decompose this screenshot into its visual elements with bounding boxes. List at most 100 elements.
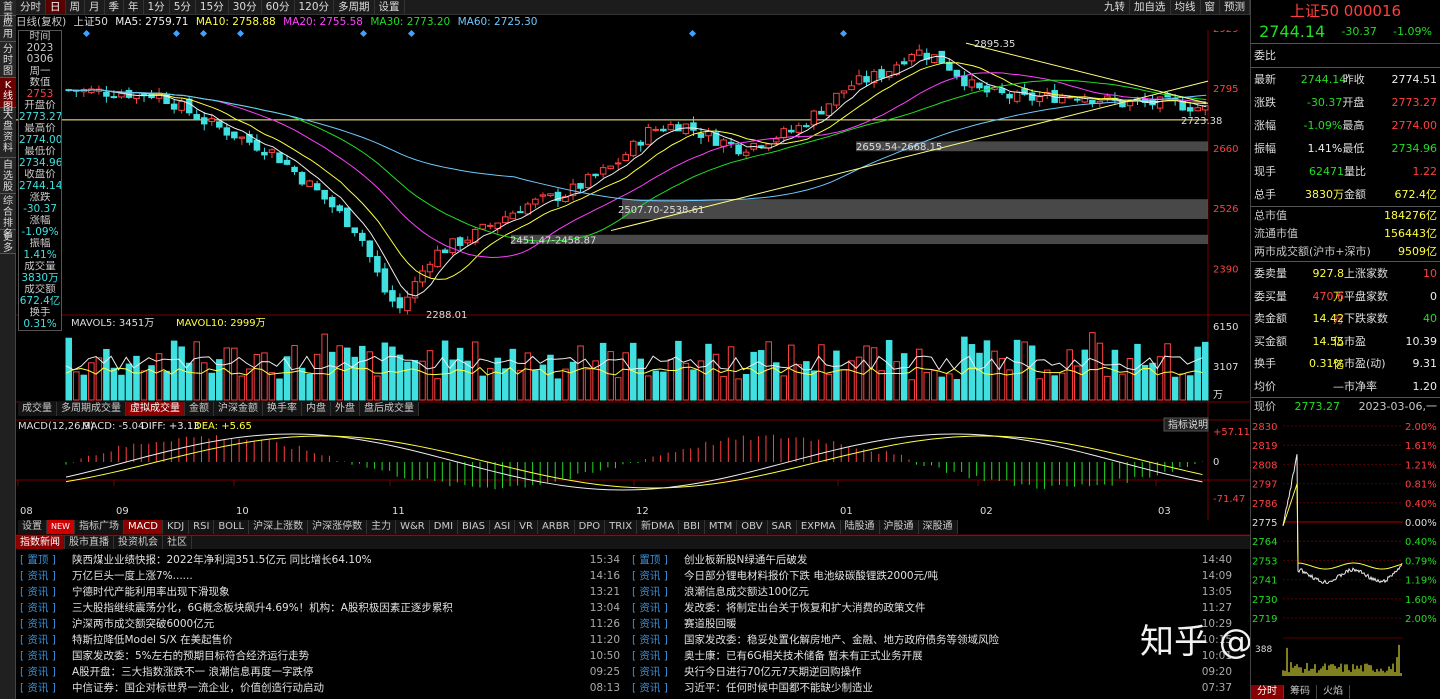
indicator-tab[interactable]: MACD	[123, 520, 163, 534]
sidebar-tab[interactable]: 自选股	[0, 158, 16, 194]
news-title[interactable]: A股开盘：三大指数涨跌不一 浪潮信息再度一字跌停	[72, 664, 580, 680]
indicator-tab[interactable]: SAR	[768, 520, 797, 534]
news-item[interactable]: [ 置顶 ] 创业板新股N绿通午后破发 14:40	[632, 552, 1232, 568]
volume-tab[interactable]: 外盘	[331, 402, 360, 416]
volume-tab[interactable]: 内盘	[302, 402, 331, 416]
indicator-tab[interactable]: KDJ	[163, 520, 190, 534]
period-tab[interactable]: 日	[46, 0, 66, 14]
news-title[interactable]: 赛道股回暖	[684, 616, 1192, 632]
period-tab[interactable]: 1分	[144, 0, 170, 14]
period-tab[interactable]: 年	[124, 0, 144, 14]
kline-chart[interactable]: 2929 2795 2660 2526 2390 2895.35 2288.01 2451.4…	[16, 30, 1250, 535]
indicator-tab[interactable]: NEW	[47, 520, 75, 534]
sidebar-tab[interactable]: 应用	[0, 16, 16, 42]
indicator-tab[interactable]: VR	[515, 520, 538, 534]
news-item[interactable]: [ 资讯 ] 国家发改委：5%左右的预期目标符合经济运行走势 10:50	[20, 648, 620, 664]
news-title[interactable]: 特斯拉降低Model S/X 在美起售价	[72, 632, 580, 648]
period-tab[interactable]: 30分	[229, 0, 262, 14]
volume-tab[interactable]: 换手率	[263, 402, 302, 416]
indicator-tab[interactable]: TRIX	[605, 520, 638, 534]
indicator-tab[interactable]: ASI	[490, 520, 516, 534]
news-item[interactable]: [ 资讯 ] A股开盘：三大指数涨跌不一 浪潮信息再度一字跌停 09:25	[20, 664, 620, 680]
indicator-tab[interactable]: RSI	[189, 520, 215, 534]
news-item[interactable]: [ 资讯 ] 习近平：任何时候中国都不能缺少制造业 07:37	[632, 680, 1232, 696]
volume-tab[interactable]: 虚拟成交量	[126, 402, 185, 416]
period-tab[interactable]: 120分	[295, 0, 335, 14]
indicator-tab[interactable]: 新DMA	[637, 520, 680, 534]
news-item[interactable]: [ 资讯 ] 三大股指继续震荡分化，6G概念板块飙升4.69%！机构：A股积极因素…	[20, 600, 620, 616]
sidebar-tab[interactable]: 首页	[0, 0, 16, 24]
indicator-tab[interactable]: 指标广场	[75, 520, 124, 534]
indicator-tab[interactable]: ARBR	[538, 520, 575, 534]
news-title[interactable]: 陕西煤业业绩快报：2022年净利润351.5亿元 同比增长64.10%	[72, 552, 580, 568]
sidebar-tab[interactable]: 分时图	[0, 42, 16, 78]
sidebar-tab[interactable]: 综合排名	[0, 194, 16, 240]
period-tab[interactable]: 周	[66, 0, 85, 14]
news-tab[interactable]: 投资机会	[114, 536, 163, 549]
intraday-mini-chart[interactable]: 2830 2.00% 2819 1.61% 2808 1.21% 2797 0.81% 2786…	[1251, 416, 1439, 678]
period-tab[interactable]: 5分	[170, 0, 196, 14]
indicator-tab[interactable]: 沪股通	[880, 520, 919, 534]
indicator-tab[interactable]: DPO	[575, 520, 606, 534]
indicator-tab[interactable]: DMI	[430, 520, 459, 534]
news-title[interactable]: 万亿巨头一度上涨7%......	[72, 568, 580, 584]
indicator-tab[interactable]: 沪深上涨数	[249, 520, 309, 534]
period-tab[interactable]: 季	[105, 0, 124, 14]
news-title[interactable]: 国家发改委：稳妥处置化解房地产、金融、地方政府债务等领域风险	[684, 632, 1192, 648]
indicator-tab[interactable]: 沪深涨停数	[308, 520, 368, 534]
indicator-tab[interactable]: 主力	[367, 520, 397, 534]
mini-tab[interactable]: 筹码	[1284, 685, 1317, 699]
news-title[interactable]: 今日部分锂电材料报价下跌 电池级碳酸锂跌2000元/吨	[684, 568, 1192, 584]
indicator-tab[interactable]: BBI	[679, 520, 705, 534]
news-tab[interactable]: 指数新闻	[16, 536, 65, 549]
news-item[interactable]: [ 资讯 ] 宁德时代产能利用率出现下滑现象 13:21	[20, 584, 620, 600]
indicator-tab[interactable]: BIAS	[458, 520, 491, 534]
sidebar-tab[interactable]: 大盘资料	[0, 108, 16, 158]
mini-tab[interactable]: 分时	[1251, 685, 1284, 699]
toolbar-button[interactable]: 预测	[1220, 0, 1250, 14]
news-title[interactable]: 奥士康：已有6G相关技术储备 暂未有正式业务开展	[684, 648, 1192, 664]
period-tab[interactable]: 设置	[375, 0, 405, 14]
period-tab[interactable]: 月	[85, 0, 105, 14]
period-tab[interactable]: 60分	[262, 0, 295, 14]
indicator-tab[interactable]: BOLL	[214, 520, 250, 534]
news-item[interactable]: [ 资讯 ] 今日部分锂电材料报价下跌 电池级碳酸锂跌2000元/吨 14:09	[632, 568, 1232, 584]
volume-tab[interactable]: 盘后成交量	[360, 402, 419, 416]
period-tab[interactable]: 多周期	[334, 0, 375, 14]
volume-tab[interactable]: 沪深金额	[214, 402, 263, 416]
news-title[interactable]: 宁德时代产能利用率出现下滑现象	[72, 584, 580, 600]
news-title[interactable]: 发改委：将制定出台关于恢复和扩大消费的政策文件	[684, 600, 1192, 616]
toolbar-button[interactable]: 均线	[1171, 0, 1201, 14]
news-title[interactable]: 央行今日进行70亿元7天期逆回购操作	[684, 664, 1192, 680]
volume-tab[interactable]: 成交量	[18, 402, 57, 416]
toolbar-button[interactable]: 加自选	[1130, 0, 1171, 14]
indicator-tab[interactable]: 设置	[18, 520, 47, 534]
indicator-tab[interactable]: EXPMA	[797, 520, 841, 534]
news-item[interactable]: [ 置顶 ] 陕西煤业业绩快报：2022年净利润351.5亿元 同比增长64.10…	[20, 552, 620, 568]
period-tab[interactable]: 分时	[16, 0, 46, 14]
news-title[interactable]: 浪潮信息成交额达100亿元	[684, 584, 1192, 600]
indicator-tab[interactable]: 陆股通	[841, 520, 880, 534]
toolbar-button[interactable]: 九转	[1100, 0, 1130, 14]
news-title[interactable]: 沪深两市成交额突破6000亿元	[72, 616, 580, 632]
news-title[interactable]: 习近平：任何时候中国都不能缺少制造业	[684, 680, 1192, 696]
news-item[interactable]: [ 资讯 ] 万亿巨头一度上涨7%...... 14:16	[20, 568, 620, 584]
news-item[interactable]: [ 资讯 ] 中信证券：国企对标世界一流企业，价值创造行动启动 08:13	[20, 680, 620, 696]
indicator-tab[interactable]: 深股通	[919, 520, 958, 534]
indicator-tab[interactable]: MTM	[705, 520, 738, 534]
news-title[interactable]: 中信证券：国企对标世界一流企业，价值创造行动启动	[72, 680, 580, 696]
news-item[interactable]: [ 资讯 ] 特斯拉降低Model S/X 在美起售价 11:20	[20, 632, 620, 648]
news-tab[interactable]: 社区	[163, 536, 192, 549]
volume-tab[interactable]: 多周期成交量	[57, 402, 126, 416]
news-item[interactable]: [ 资讯 ] 浪潮信息成交额达100亿元 13:05	[632, 584, 1232, 600]
toolbar-button[interactable]: 窗	[1201, 0, 1220, 14]
news-item[interactable]: [ 资讯 ] 央行今日进行70亿元7天期逆回购操作 09:20	[632, 664, 1232, 680]
indicator-tab[interactable]: W&R	[396, 520, 430, 534]
period-tab[interactable]: 15分	[196, 0, 229, 14]
news-title[interactable]: 创业板新股N绿通午后破发	[684, 552, 1192, 568]
sidebar-tab[interactable]: K线图	[0, 78, 16, 113]
volume-tab[interactable]: 金额	[185, 402, 214, 416]
news-title[interactable]: 国家发改委：5%左右的预期目标符合经济运行走势	[72, 648, 580, 664]
news-title[interactable]: 三大股指继续震荡分化，6G概念板块飙升4.69%！机构：A股积极因素正逐步累积	[72, 600, 580, 616]
indicator-tab[interactable]: OBV	[737, 520, 768, 534]
